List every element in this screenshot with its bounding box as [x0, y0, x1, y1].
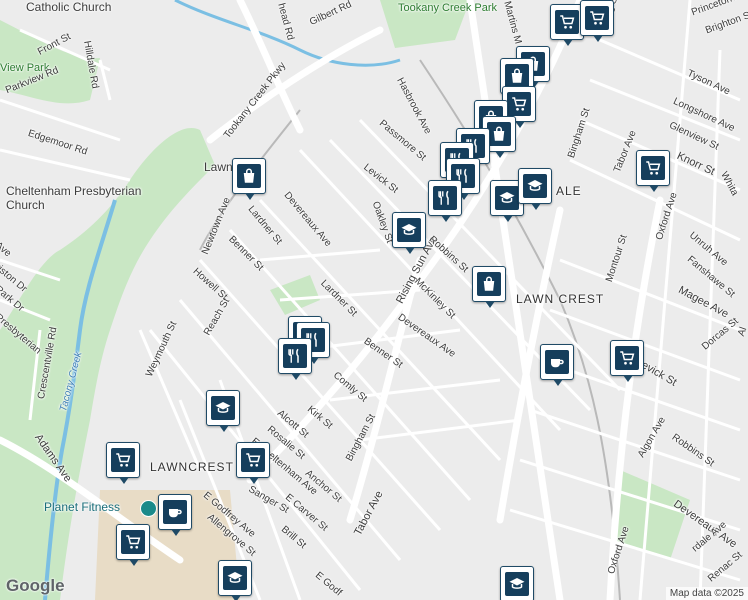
- shopping-cart-icon: [121, 530, 145, 554]
- map-marker-restaurant[interactable]: [428, 180, 462, 222]
- label-lawn: Lawn: [204, 160, 233, 174]
- shopping-cart-icon: [555, 10, 579, 34]
- shopping-bag-icon: [487, 122, 511, 146]
- map-marker-grocery[interactable]: [610, 340, 644, 382]
- label-ale: ALE: [556, 184, 582, 198]
- label-lawncrest: LAWNCREST: [150, 460, 234, 474]
- map-marker-grocery[interactable]: [106, 442, 140, 484]
- school-icon: [223, 566, 247, 590]
- restaurant-icon: [433, 186, 457, 210]
- map-marker-school[interactable]: [500, 566, 534, 600]
- map-marker-grocery[interactable]: [236, 442, 270, 484]
- shopping-cart-icon: [241, 448, 265, 472]
- map-marker-school[interactable]: [392, 212, 426, 254]
- map-marker-cafe[interactable]: [158, 494, 192, 536]
- label-lawn-crest: LAWN CREST: [516, 292, 605, 306]
- label-cheltenham-church: Cheltenham Presbyterian Church: [6, 184, 146, 212]
- school-icon: [505, 572, 529, 596]
- shopping-cart-icon: [507, 92, 531, 116]
- map-attribution[interactable]: Map data ©2025: [665, 587, 748, 600]
- map-marker-cafe[interactable]: [540, 344, 574, 386]
- shopping-cart-icon: [641, 156, 665, 180]
- map-marker-restaurant[interactable]: [278, 338, 312, 380]
- map-marker-grocery[interactable]: [580, 0, 614, 42]
- map-marker-shopping[interactable]: [232, 158, 266, 200]
- shopping-bag-icon: [237, 164, 261, 188]
- school-icon: [495, 186, 519, 210]
- label-catholic-church: Catholic Church: [26, 0, 112, 14]
- map-marker-grocery[interactable]: [116, 524, 150, 566]
- school-icon: [211, 396, 235, 420]
- map-marker-grocery[interactable]: [636, 150, 670, 192]
- map-marker-grocery[interactable]: [550, 4, 584, 46]
- google-logo[interactable]: Google: [6, 576, 65, 596]
- label-tookany-park: Tookany Creek Park: [398, 2, 498, 14]
- map-marker-school[interactable]: [206, 390, 240, 432]
- label-planet-fitness[interactable]: Planet Fitness: [44, 500, 120, 514]
- shopping-bag-icon: [477, 272, 501, 296]
- coffee-icon: [545, 350, 569, 374]
- school-icon: [397, 218, 421, 242]
- map-marker-shopping[interactable]: [472, 266, 506, 308]
- map-marker-school[interactable]: [518, 168, 552, 210]
- coffee-icon: [163, 500, 187, 524]
- shopping-cart-icon: [615, 346, 639, 370]
- shopping-cart-icon: [585, 6, 609, 30]
- fitness-pin-icon[interactable]: [140, 500, 157, 517]
- map-marker-school[interactable]: [218, 560, 252, 600]
- restaurant-icon: [283, 344, 307, 368]
- shopping-cart-icon: [111, 448, 135, 472]
- map-canvas[interactable]: Catholic Church Tookany Creek Park Front…: [0, 0, 748, 600]
- school-icon: [523, 174, 547, 198]
- shopping-bag-icon: [505, 64, 529, 88]
- church-name-text: Cheltenham Presbyterian Church: [6, 184, 142, 212]
